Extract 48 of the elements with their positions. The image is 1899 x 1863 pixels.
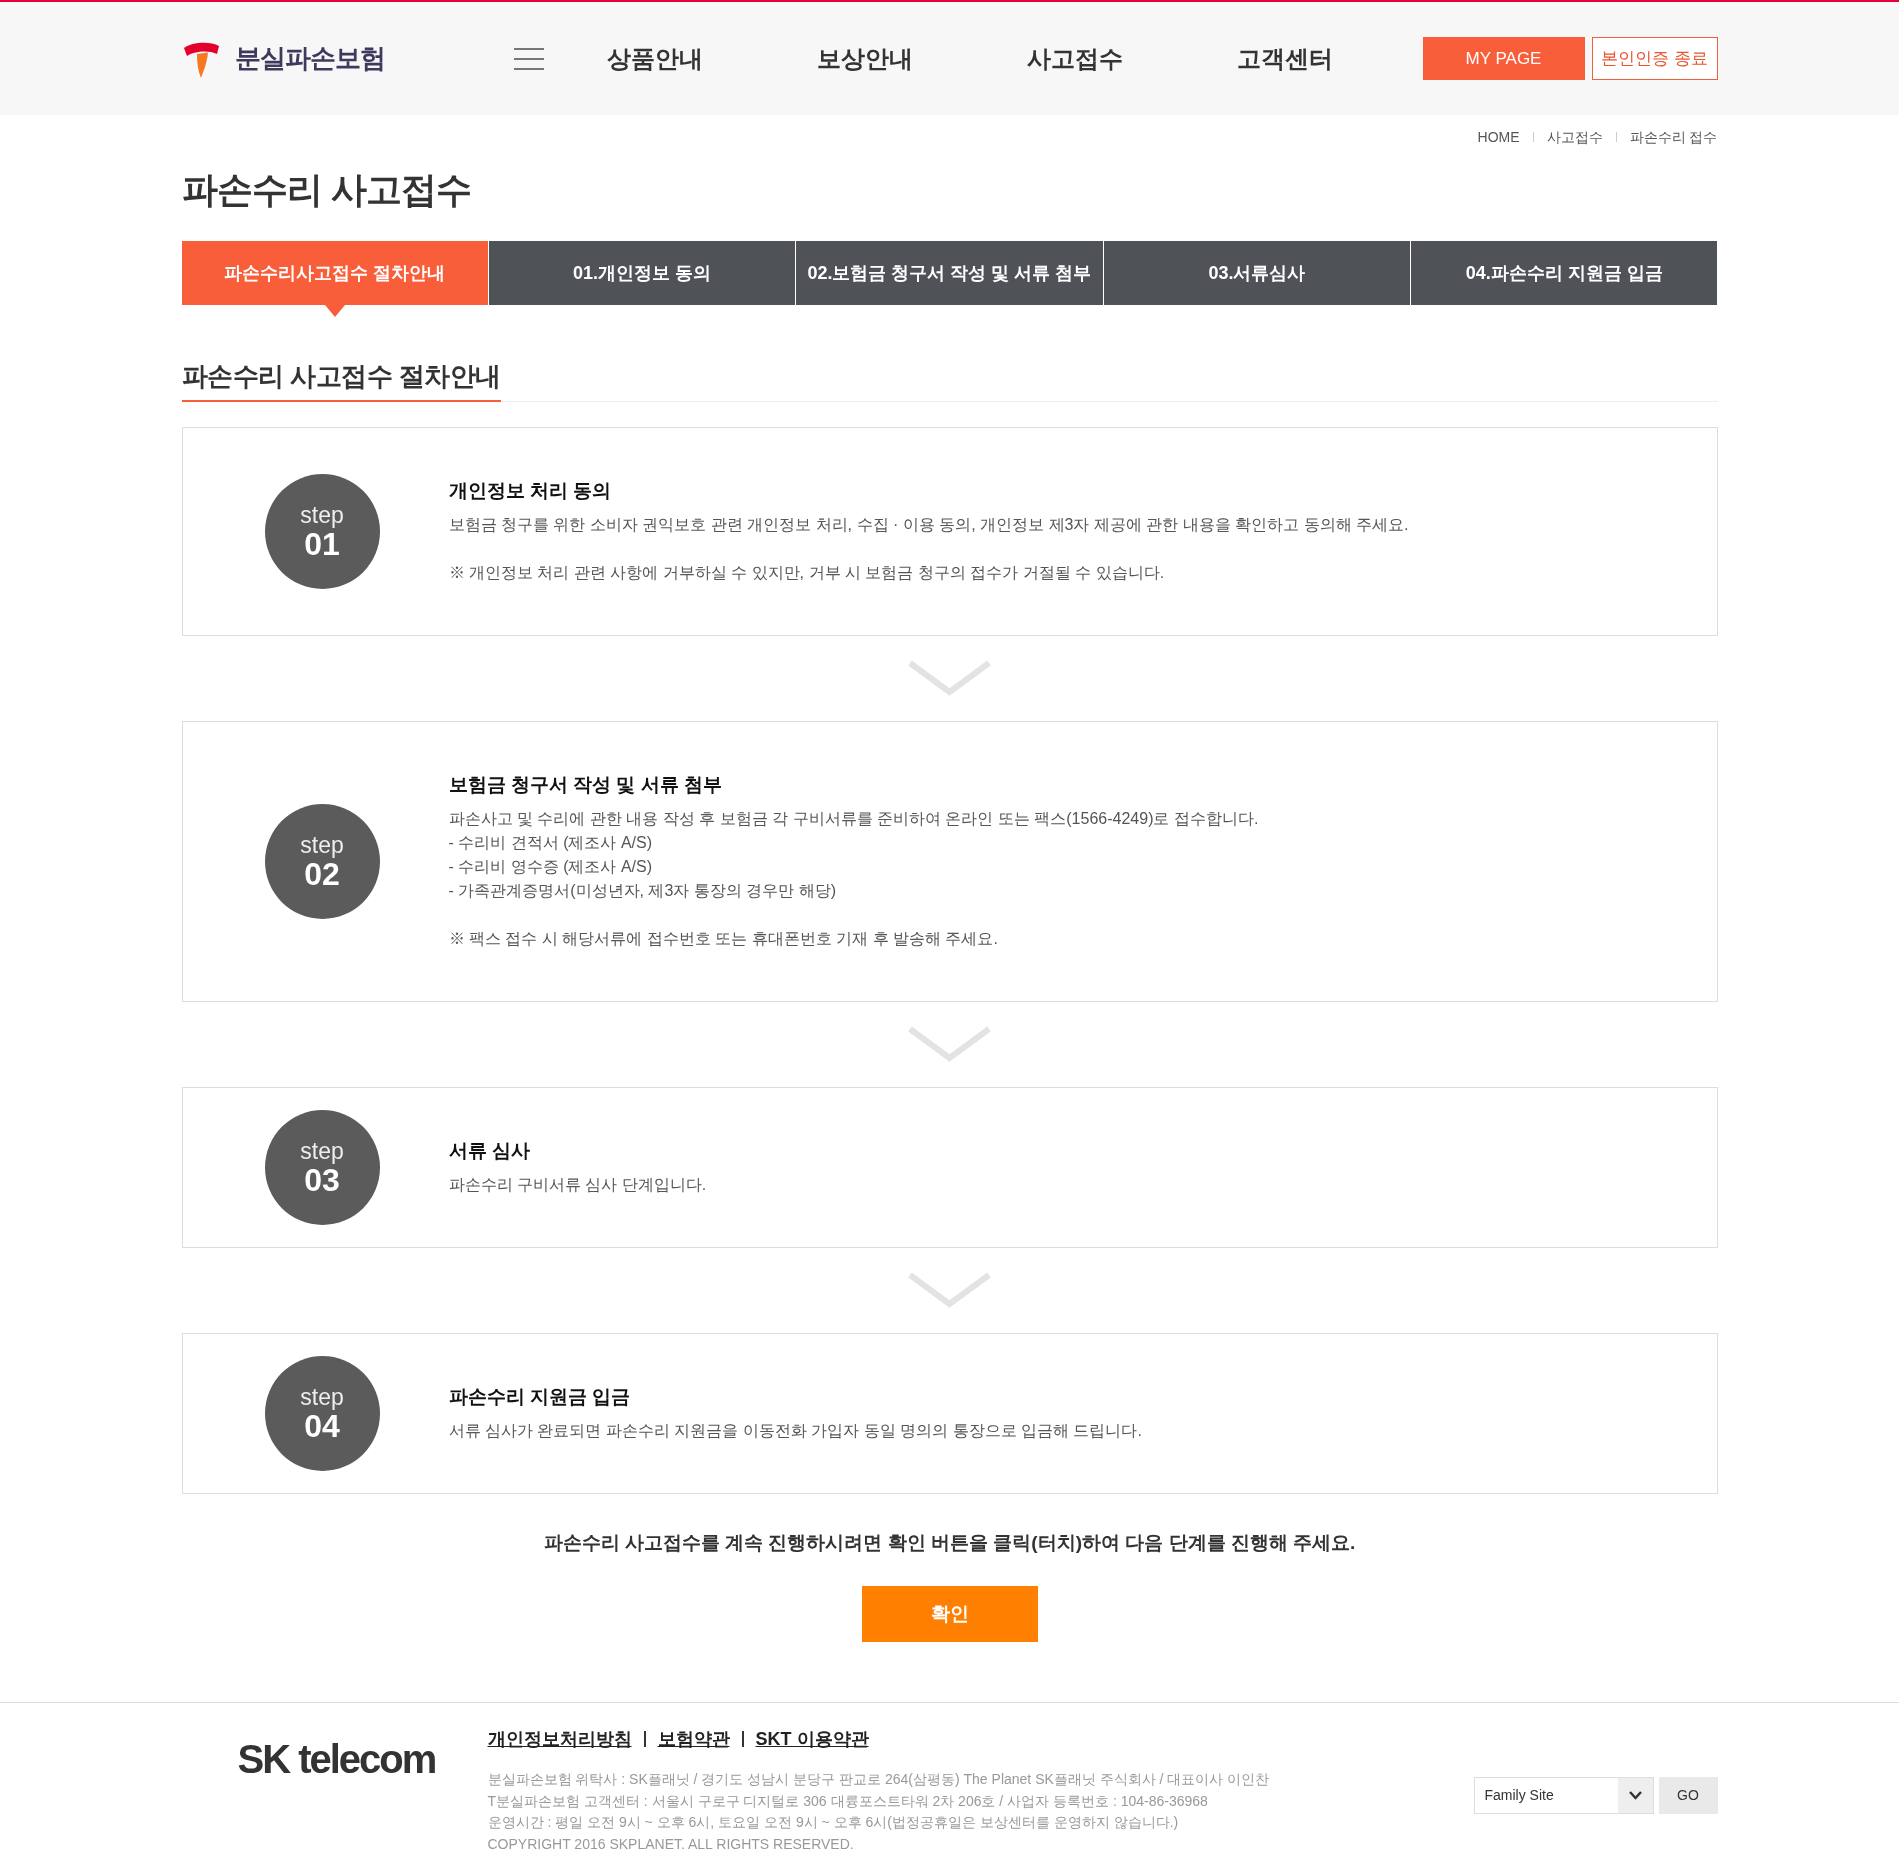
instruction-text: 파손수리 사고접수를 계속 진행하시려면 확인 버튼을 클릭(터치)하여 다음 단계를 진행해 주세요. [542, 1531, 1357, 1555]
nav-link[interactable]: 상품안내 [549, 40, 760, 77]
step-description: 보험금 청구를 위한 소비자 권익보호 관련 개인정보 처리, 수집 · 이용 동의, 개인정보 제3자 제공에 관한 내용을 확인하고 동의해 주세요. [448, 515, 1409, 535]
breadcrumb-link[interactable]: HOME [1477, 127, 1520, 147]
step-title: 파손수리 지원금 입금 [448, 1385, 632, 1409]
nav-link[interactable]: 보상안내 [759, 40, 970, 77]
step-label: step [300, 832, 344, 857]
logout-button[interactable]: 본인인증 종료 [1591, 37, 1718, 80]
step-tab[interactable]: 02.보험금 청구서 작성 및 서류 첨부 [796, 241, 1103, 305]
footer-info-text: 운영시간 : 평일 오전 9시 ~ 오후 6시, 토요일 오전 9시 ~ 오후 6시(법정공휴일은 보상센터를 운영하지 않습니다.) [487, 1813, 1180, 1832]
logo-text[interactable]: 분실파손보험 [234, 39, 385, 78]
step-title: 서류 심사 [448, 1139, 531, 1163]
chevron-down-icon [907, 660, 992, 697]
breadcrumb-link[interactable]: 사고접수 [1546, 127, 1603, 147]
footer-logo: SK telecom [237, 1737, 436, 1781]
go-button[interactable]: GO [1658, 1777, 1718, 1814]
step-note: ※ 팩스 접수 시 해당서류에 접수번호 또는 휴대폰번호 기재 후 발송해 주세요. [448, 929, 999, 949]
step-tab[interactable]: 03.서류심사 [1103, 241, 1411, 305]
menu-icon[interactable] [513, 47, 544, 70]
breadcrumb-link[interactable]: 파손수리 접수 [1629, 127, 1718, 147]
footer-info-text: T분실파손보험 고객센터 : 서울시 구로구 디지털로 306 대륭포스트타워 2차 206호 / 사업자 등록번호 : 104-86-36968 [487, 1791, 1209, 1811]
step-label: step [300, 1138, 344, 1163]
step-label: step [300, 1384, 344, 1409]
step-description: - 수리비 영수증 (제조사 A/S) [448, 857, 654, 877]
step-note: ※ 개인정보 처리 관련 사항에 거부하실 수 있지만, 거부 시 보험금 청구의 접수가 거절될 수 있습니다. [448, 563, 1166, 583]
step-label: step [300, 502, 344, 527]
step-tab[interactable]: 01.개인정보 동의 [488, 241, 796, 305]
footer-info-text: 분실파손보험 위탁사 : SK플래닛 / 경기도 성남시 분당구 판교로 264(삼평동) The Planet SK플래닛 주식회사 / 대표이사 이인찬 [487, 1770, 1271, 1789]
chevron-down-icon [907, 1026, 992, 1063]
step-title: 보험금 청구서 작성 및 서류 첨부 [448, 773, 723, 797]
step-tab[interactable]: 04.파손수리 지원금 입금 [1411, 241, 1718, 305]
footer-link[interactable]: 개인정보처리방침 [487, 1726, 632, 1752]
step-description: 파손수리 구비서류 심사 단계입니다. [448, 1175, 707, 1195]
chevron-down-icon [907, 1272, 992, 1309]
step-description: - 가족관계증명서(미성년자, 제3자 통장의 경우만 해당) [448, 881, 838, 901]
step-title: 개인정보 처리 동의 [448, 479, 613, 503]
step-description: - 수리비 견적서 (제조사 A/S) [448, 833, 654, 853]
footer-link[interactable]: 보험약관 [657, 1726, 730, 1752]
nav-link[interactable]: 고객센터 [1179, 40, 1390, 77]
family-site-select[interactable]: Family Site [1473, 1777, 1654, 1814]
nav-link[interactable]: 사고접수 [969, 40, 1180, 77]
footer-link[interactable]: SKT 이용약관 [755, 1726, 869, 1752]
step-description: 파손사고 및 수리에 관한 내용 작성 후 보험금 각 구비서류를 준비하여 온라인 또는 팩스(1566-4249)로 접수합니다. [448, 809, 1259, 829]
step-description: 서류 심사가 완료되면 파손수리 지원금을 이동전화 가입자 동일 명의의 통장으로 입금해 드립니다. [448, 1421, 1142, 1441]
caret-icon [1617, 1778, 1653, 1813]
footer-info-text: COPYRIGHT 2016 SKPLANET. ALL RIGHTS RESERVED. [487, 1834, 855, 1854]
page-title: 파손수리 사고접수 [181, 168, 472, 212]
section-title: 파손수리 사고접수 절차안내 [181, 359, 501, 402]
